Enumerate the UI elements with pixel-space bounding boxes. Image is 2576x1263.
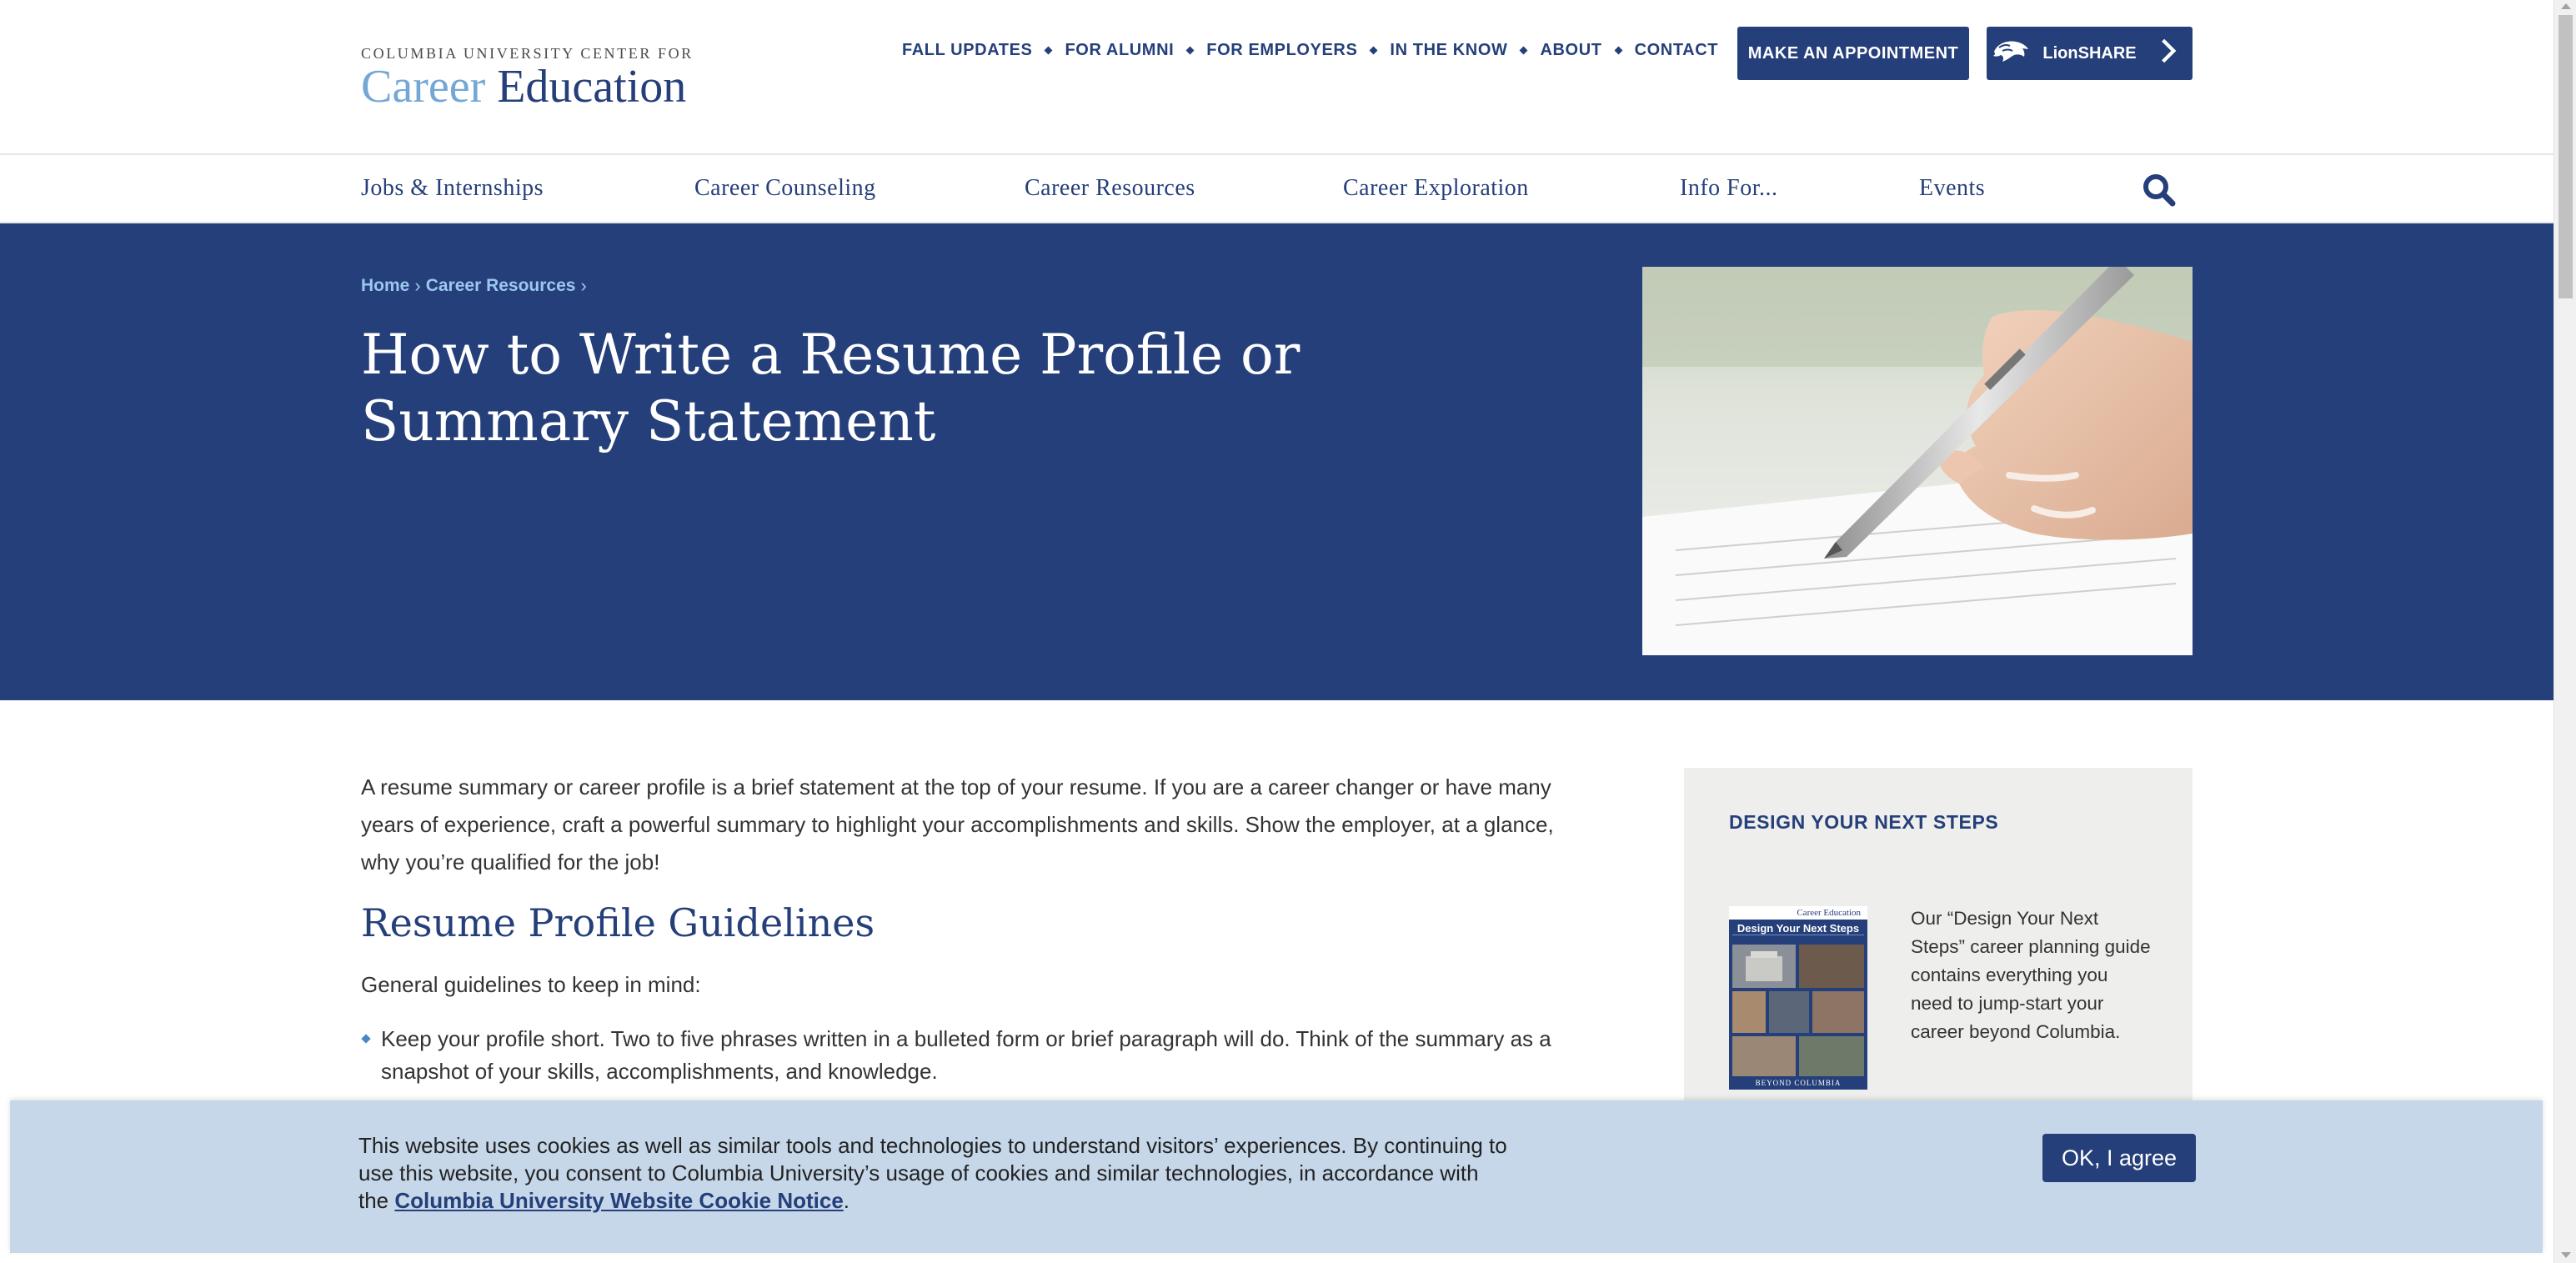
page-scrollbar[interactable] xyxy=(2553,0,2576,1263)
lionshare-button[interactable]: LionSHARE xyxy=(1987,27,2193,80)
sidebar-description: Our “Design Your Next Steps” career plan… xyxy=(1911,908,2151,1042)
utility-separator xyxy=(1045,46,1053,54)
utility-separator xyxy=(1369,46,1378,54)
main-content: A resume summary or career profile is a … xyxy=(361,769,1578,1088)
cookie-banner: This website uses cookies as well as sim… xyxy=(10,1100,2543,1253)
nav-item-career-resources[interactable]: Career Resources xyxy=(1025,175,1195,202)
scrollbar-thumb[interactable] xyxy=(2558,15,2573,298)
sidebar-design-next-steps: DESIGN YOUR NEXT STEPS Career Education … xyxy=(1684,768,2193,1151)
search-icon[interactable] xyxy=(2141,172,2178,208)
guide-cover-title: Design Your Next Steps xyxy=(1737,922,1860,935)
guide-cover-thumbnail[interactable]: Career Education Design Your Next Steps … xyxy=(1729,906,1867,1090)
logo-wordmark: Career Education xyxy=(361,63,703,110)
logo-word-education: Education xyxy=(497,61,687,113)
breadcrumb-career-resources[interactable]: Career Resources xyxy=(426,276,576,296)
cookie-text-end: . xyxy=(843,1188,850,1213)
top-header: COLUMBIA UNIVERSITY CENTER FOR Career Ed… xyxy=(0,0,2553,153)
breadcrumb: Home › Career Resources › xyxy=(361,275,592,297)
nav-item-career-exploration[interactable]: Career Exploration xyxy=(1343,175,1529,202)
chevron-right-icon: › xyxy=(580,275,587,296)
utility-link-fall-updates[interactable]: FALL UPDATES xyxy=(902,41,1032,60)
list-item: Keep your profile short. Two to five phr… xyxy=(361,1023,1578,1088)
scroll-down-arrow-icon[interactable] xyxy=(2561,1252,2571,1258)
guide-cover-footer: BEYOND COLUMBIA xyxy=(1755,1079,1842,1087)
general-guidelines-text: General guidelines to keep in mind: xyxy=(361,972,701,997)
utility-link-for-alumni[interactable]: FOR ALUMNI xyxy=(1065,41,1174,60)
page: COLUMBIA UNIVERSITY CENTER FOR Career Ed… xyxy=(0,0,2553,1263)
chevron-right-icon: › xyxy=(414,275,421,296)
utility-separator xyxy=(1520,46,1528,54)
utility-link-for-employers[interactable]: FOR EMPLOYERS xyxy=(1206,41,1357,60)
utility-separator xyxy=(1185,46,1195,54)
nav-item-info-for[interactable]: Info For... xyxy=(1680,175,1778,202)
cookie-notice-text: This website uses cookies as well as sim… xyxy=(358,1132,1509,1215)
page-title: How to Write a Resume Profile or Summary… xyxy=(361,323,1301,454)
main-nav: Jobs & Internships Career Counseling Car… xyxy=(0,153,2553,223)
logo-word-career: Career xyxy=(361,61,486,113)
logo-small-line: COLUMBIA UNIVERSITY CENTER FOR xyxy=(361,45,694,62)
breadcrumb-home[interactable]: Home xyxy=(361,276,409,296)
utility-link-about[interactable]: ABOUT xyxy=(1540,41,1601,60)
utility-link-in-the-know[interactable]: IN THE KNOW xyxy=(1390,41,1507,60)
section-heading-guidelines: Resume Profile Guidelines xyxy=(361,900,875,945)
nav-item-career-counseling[interactable]: Career Counseling xyxy=(694,175,876,202)
cookie-notice-link[interactable]: Columbia University Website Cookie Notic… xyxy=(394,1188,843,1213)
hero-image-hand-writing xyxy=(1642,267,2193,655)
cookie-agree-button[interactable]: OK, I agree xyxy=(2042,1134,2196,1182)
lion-icon xyxy=(1991,37,2031,70)
site-logo[interactable]: COLUMBIA UNIVERSITY CENTER FOR Career Ed… xyxy=(361,45,703,110)
guidelines-list: Keep your profile short. Two to five phr… xyxy=(361,1023,1578,1088)
chevron-right-icon xyxy=(2148,37,2188,70)
intro-paragraph: A resume summary or career profile is a … xyxy=(361,774,1554,875)
hero-banner: Home › Career Resources › How to Write a… xyxy=(0,223,2553,700)
guide-cover-brand: Career Education xyxy=(1797,908,1861,918)
make-appointment-button[interactable]: MAKE AN APPOINTMENT xyxy=(1737,27,1969,80)
sidebar-heading: DESIGN YOUR NEXT STEPS xyxy=(1729,811,1999,833)
scroll-up-arrow-icon[interactable] xyxy=(2561,3,2571,9)
lionshare-label: LionSHARE xyxy=(2042,43,2137,63)
utility-nav: FALL UPDATES FOR ALUMNI FOR EMPLOYERS IN… xyxy=(902,40,1718,60)
utility-link-contact[interactable]: CONTACT xyxy=(1635,41,1718,60)
utility-separator xyxy=(1614,46,1623,54)
nav-item-jobs-internships[interactable]: Jobs & Internships xyxy=(361,175,544,202)
nav-item-events[interactable]: Events xyxy=(1919,175,1985,202)
